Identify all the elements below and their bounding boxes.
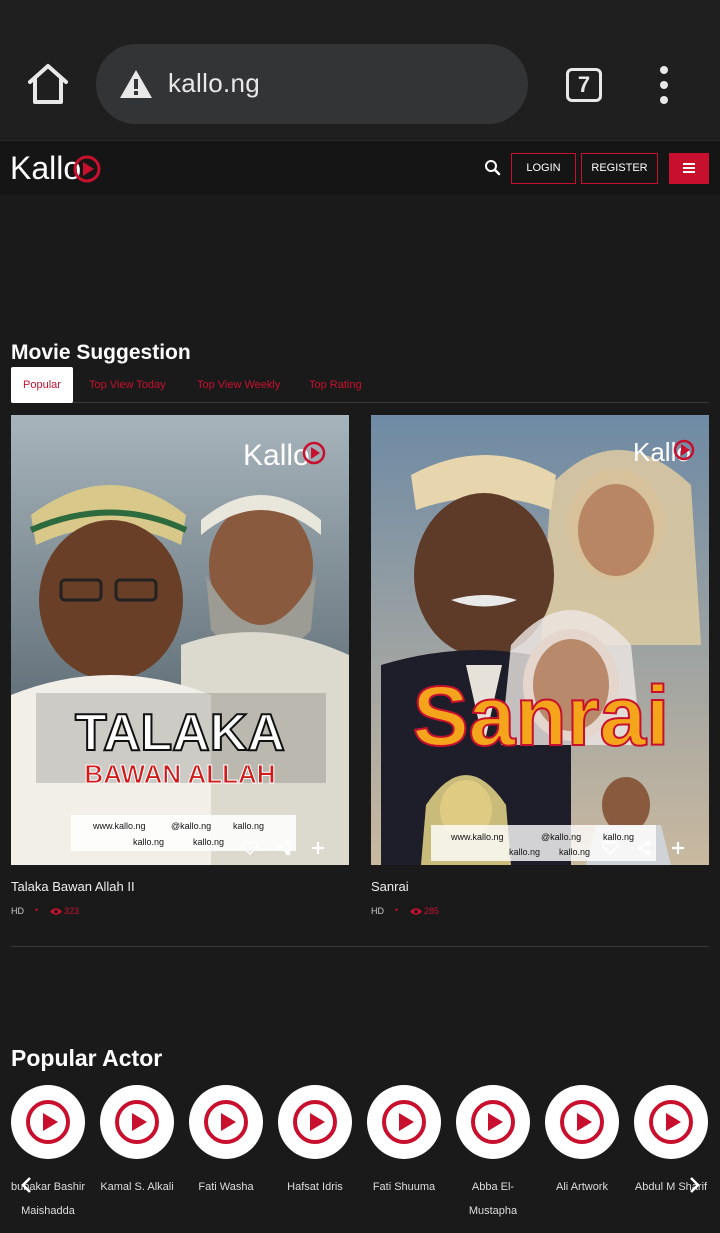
movie-tabs: Popular Top View Today Top View Weekly T… — [11, 367, 709, 403]
site-header: Kallo LOGIN REGISTER — [0, 140, 720, 195]
home-icon[interactable] — [20, 60, 76, 108]
play-logo-icon — [26, 1100, 70, 1144]
view-count: 323 — [50, 906, 79, 916]
share-icon[interactable] — [635, 839, 653, 857]
tab-top-view-weekly[interactable]: Top View Weekly — [185, 367, 292, 403]
section-divider — [11, 946, 709, 947]
poster-social-tiktok: kallo.ng — [193, 837, 224, 847]
play-logo-icon — [649, 1100, 693, 1144]
poster-social-facebook: kallo.ng — [233, 821, 264, 831]
poster-title-line2: BAWAN ALLAH — [84, 759, 275, 789]
movie-poster[interactable]: TALAKA BAWAN ALLAH Kallo www.kallo.ng @k… — [11, 415, 349, 865]
play-logo-icon — [204, 1100, 248, 1144]
not-secure-warning-icon[interactable] — [118, 68, 154, 100]
view-count-value: 323 — [64, 906, 80, 916]
url-text: kallo.ng — [168, 68, 261, 98]
play-logo-icon — [382, 1100, 426, 1144]
kallo-logo[interactable]: Kallo — [10, 149, 102, 189]
actor-name[interactable]: Hafsat Idris — [271, 1175, 359, 1199]
add-icon[interactable] — [669, 839, 687, 857]
poster-logo: Kallo — [243, 439, 310, 472]
play-logo-icon — [560, 1100, 604, 1144]
play-logo-icon — [115, 1100, 159, 1144]
poster-title-line1: TALAKA — [75, 704, 285, 762]
carousel-prev-icon[interactable] — [18, 1174, 36, 1196]
movie-suggestion-title: Movie Suggestion — [11, 341, 191, 364]
actor-item[interactable]: Fati Washa — [182, 1085, 270, 1199]
status-bar — [0, 0, 720, 24]
browser-menu-icon[interactable] — [654, 66, 674, 106]
poster-social-instagram: @kallo.ng — [171, 821, 211, 831]
carousel-next-icon[interactable] — [685, 1174, 703, 1196]
search-icon[interactable] — [482, 157, 504, 179]
poster-social-youtube: kallo.ng — [509, 847, 540, 857]
actor-name[interactable]: Abba El-Mustapha — [449, 1175, 537, 1223]
poster-social-instagram: @kallo.ng — [541, 832, 581, 842]
poster-social-youtube: kallo.ng — [133, 837, 164, 847]
actor-name[interactable]: Kamal S. Alkali — [93, 1175, 181, 1199]
popular-actor-title: Popular Actor — [11, 1045, 163, 1071]
address-bar[interactable]: kallo.ng — [96, 44, 528, 124]
movie-title[interactable]: Talaka Bawan Allah II — [11, 879, 349, 894]
quality-badge: HD — [11, 906, 24, 916]
card-actions — [239, 835, 349, 861]
browser-toolbar: kallo.ng 7 — [0, 24, 720, 140]
movie-meta: HD • 323 — [11, 905, 349, 920]
meta-separator: • — [35, 905, 39, 915]
actor-item[interactable]: Hafsat Idris — [271, 1085, 359, 1199]
eye-icon — [410, 908, 422, 915]
login-button[interactable]: LOGIN — [511, 153, 576, 184]
play-logo-icon — [293, 1100, 337, 1144]
register-button[interactable]: REGISTER — [581, 153, 658, 184]
page: kallo.ng 7 Kallo LOGIN REGISTER Movie Su… — [0, 0, 720, 1233]
actor-name[interactable]: Fati Shuuma — [360, 1175, 448, 1199]
logo-text: Kallo — [10, 150, 81, 186]
heart-icon[interactable] — [601, 839, 619, 857]
add-icon[interactable] — [309, 839, 327, 857]
movie-meta: HD • 285 — [371, 905, 709, 920]
tab-top-rating[interactable]: Top Rating — [297, 367, 374, 403]
poster-social-tiktok: kallo.ng — [559, 847, 590, 857]
view-count: 285 — [410, 906, 439, 916]
card-actions — [599, 835, 709, 861]
actor-avatar[interactable] — [100, 1085, 174, 1159]
actor-name[interactable]: Fati Washa — [182, 1175, 270, 1199]
actor-item[interactable]: Abba El-Mustapha — [449, 1085, 537, 1223]
poster-social-web: www.kallo.ng — [92, 821, 146, 831]
hamburger-menu-icon[interactable] — [669, 153, 709, 184]
view-count-value: 285 — [424, 906, 440, 916]
actor-avatar[interactable] — [367, 1085, 441, 1159]
actor-item[interactable]: bubakar Bashir Maishadda — [4, 1085, 92, 1223]
actor-item[interactable]: Ali Artwork — [538, 1085, 626, 1199]
movie-poster[interactable]: Sanrai Kallo www.kallo.ng @kallo.ng kall… — [371, 415, 709, 865]
heart-icon[interactable] — [241, 839, 259, 857]
movie-card[interactable]: TALAKA BAWAN ALLAH Kallo www.kallo.ng @k… — [11, 415, 349, 920]
tab-switcher-button[interactable]: 7 — [566, 68, 602, 102]
share-icon[interactable] — [275, 839, 293, 857]
poster-social-web: www.kallo.ng — [450, 832, 504, 842]
actor-avatar[interactable] — [11, 1085, 85, 1159]
play-logo-icon — [471, 1100, 515, 1144]
actor-name[interactable]: Ali Artwork — [538, 1175, 626, 1199]
actor-avatar[interactable] — [545, 1085, 619, 1159]
quality-badge: HD — [371, 906, 384, 916]
movie-title[interactable]: Sanrai — [371, 879, 709, 894]
actor-avatar[interactable] — [278, 1085, 352, 1159]
actor-avatar[interactable] — [634, 1085, 708, 1159]
eye-icon — [50, 908, 62, 915]
tab-popular[interactable]: Popular — [11, 367, 73, 403]
tab-top-view-today[interactable]: Top View Today — [77, 367, 178, 403]
actor-avatar[interactable] — [189, 1085, 263, 1159]
poster-title: Sanrai — [413, 669, 670, 763]
actor-avatar[interactable] — [456, 1085, 530, 1159]
actor-item[interactable]: Kamal S. Alkali — [93, 1085, 181, 1199]
meta-separator: • — [395, 905, 399, 915]
actor-item[interactable]: Fati Shuuma — [360, 1085, 448, 1199]
movie-card[interactable]: Sanrai Kallo www.kallo.ng @kallo.ng kall… — [371, 415, 709, 920]
